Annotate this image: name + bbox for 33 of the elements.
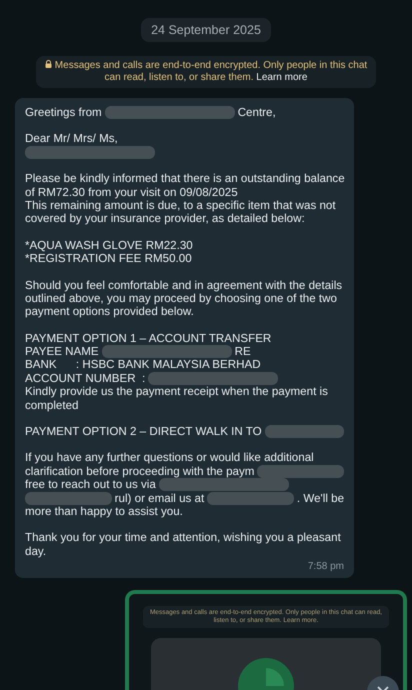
message-text: Dear Mr/ Mrs/ Ms,: [25, 132, 118, 146]
message-text: RE: [234, 345, 251, 358]
message-text: BANK : HSBC BANK MALAYSIA BERHAD: [25, 358, 261, 372]
date-chip: 24 September 2025: [141, 18, 271, 42]
message-text: outlined above, you may proceed by choosing one of the two: [25, 292, 337, 306]
message-text: *AQUA WASH GLOVE RM22.30: [25, 238, 193, 252]
encryption-notice: Messages and calls are end-to-end encrypted. Only people in this chat can read, listen to, or share them. Learn more: [36, 56, 376, 88]
message-text: Thank you for your time and attention, wishing you a pleasant: [25, 531, 341, 545]
message-text: covered by your insurance provider, as detailed below:: [25, 212, 305, 226]
message-text: more than happy to assist you.: [25, 504, 183, 518]
message-text: Kindly provide us the payment receipt when the payment is: [25, 385, 328, 399]
message-text: Please be kindly informed that there is an outstanding balance: [25, 172, 345, 186]
message-text: completed: [25, 398, 78, 412]
message-time: 7:58 pm: [308, 561, 344, 572]
message-text: . We'll be: [296, 492, 344, 505]
message-text: This remaining amount is due, to a specific item that was not: [25, 198, 336, 212]
message-text: PAYMENT OPTION 2 – DIRECT WALK IN TO: [25, 425, 262, 438]
message-text: If you have any further questions or would like additional: [25, 451, 314, 465]
message-text: clarification before proceeding with the paym: [25, 464, 254, 478]
message-text: of RM72.30 from your visit on 09/08/2025: [25, 186, 238, 199]
message-text: PAYEE NAME: [25, 345, 99, 358]
learn-more-link[interactable]: Learn more: [256, 72, 308, 83]
message-text: Should you feel comfortable and in agreement with the details: [25, 278, 342, 292]
message-text: Greetings from: [25, 106, 102, 120]
message-text: payment options provided below.: [25, 305, 194, 319]
message-text: rul) or email us at: [114, 492, 204, 505]
message-text: ACCOUNT NUMBER :: [25, 372, 146, 386]
message-text: PAYMENT OPTION 1 – ACCOUNT TRANSFER: [25, 332, 272, 346]
message-text: Centre,: [238, 106, 276, 120]
message-text: free to reach out to us via: [25, 478, 156, 492]
message-text: *REGISTRATION FEE RM50.00: [25, 252, 192, 266]
message-text: day.: [25, 544, 46, 558]
lock-icon: [44, 60, 52, 68]
